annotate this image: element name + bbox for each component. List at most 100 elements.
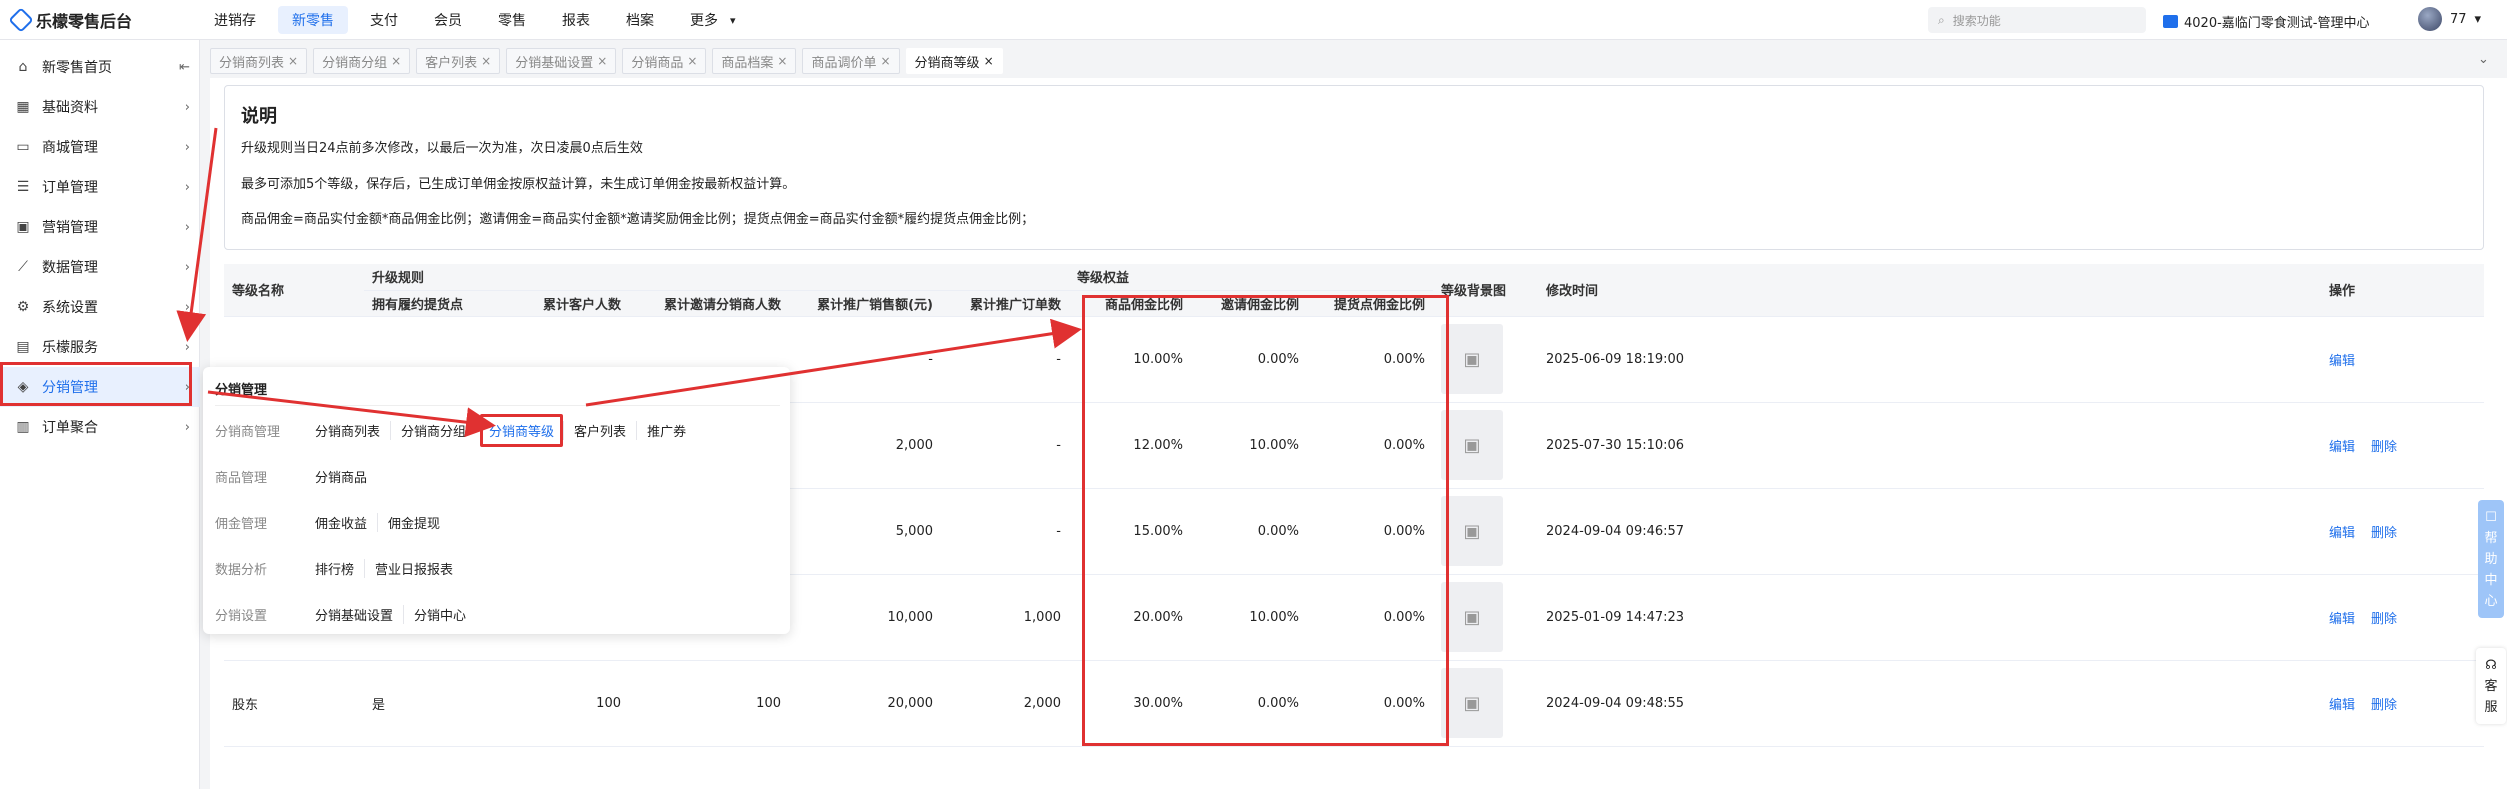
popup-link[interactable]: 分销商分组 <box>390 420 476 440</box>
close-icon[interactable]: × <box>391 54 401 68</box>
popup-link[interactable]: 分销中心 <box>403 604 476 624</box>
user-menu[interactable]: 77 ▾ <box>2418 7 2481 31</box>
chart-icon: ⟋ <box>18 259 28 275</box>
sidebar-item[interactable]: ▣ 营销管理 › <box>0 207 200 247</box>
edit-link[interactable]: 编辑 <box>2329 612 2355 627</box>
tab[interactable]: 客户列表 × <box>416 48 501 74</box>
cell-modified: 2025-07-30 15:10:06 <box>1538 402 1701 489</box>
sidebar-item[interactable]: ⚙ 系统设置 › <box>0 287 200 327</box>
edit-link[interactable]: 编辑 <box>2329 440 2355 455</box>
service-label-char: 服 <box>2484 699 2498 715</box>
image-placeholder-icon[interactable]: ▣ <box>1441 582 1503 652</box>
cell-pickup-ratio: 0.00% <box>1307 316 1433 403</box>
cell-goods-ratio: 15.00% <box>1069 488 1191 575</box>
app-logo[interactable]: 乐檬零售后台 <box>8 7 132 33</box>
close-icon[interactable]: × <box>984 54 994 68</box>
cell-invite-ratio: 10.00% <box>1191 402 1307 489</box>
image-placeholder-icon[interactable]: ▣ <box>1441 324 1503 394</box>
popup-link[interactable]: 分销商列表 <box>315 421 390 440</box>
popup-link[interactable]: 分销商品 <box>315 467 377 486</box>
image-placeholder-icon[interactable]: ▣ <box>1441 668 1503 738</box>
sidebar-item[interactable]: ▦ 基础资料 › <box>0 87 200 127</box>
topnav-item[interactable]: 档案 <box>612 6 668 34</box>
notice-panel: 说明 升级规则当日24点前多次修改，以最后一次为准，次日凌晨0点后生效 最多可添… <box>224 85 2484 250</box>
order-icon: ☰ <box>16 179 30 195</box>
cell-orders: - <box>941 402 1069 489</box>
image-placeholder-icon[interactable]: ▣ <box>1441 410 1503 480</box>
topnav-item[interactable]: 新零售 <box>278 6 348 34</box>
search-box[interactable]: ⌕ 搜索功能 <box>1928 7 2146 33</box>
topnav-item[interactable]: 支付 <box>356 6 412 34</box>
close-icon[interactable]: × <box>777 54 787 68</box>
tab[interactable]: 商品档案 × <box>712 48 797 74</box>
collapse-icon[interactable]: ⇤ <box>179 60 190 75</box>
tab[interactable]: 分销基础设置 × <box>506 48 617 74</box>
delete-link[interactable]: 删除 <box>2371 698 2397 713</box>
tab[interactable]: 分销商品 × <box>622 48 707 74</box>
tab[interactable]: 分销商分组 × <box>313 48 411 74</box>
close-icon[interactable]: × <box>687 54 697 68</box>
sidebar-item[interactable]: ▥ 订单聚合 › <box>0 407 200 447</box>
notice-line: 商品佣金=商品实付金额*商品佣金比例；邀请佣金=商品实付金额*邀请奖励佣金比例；… <box>241 212 1035 227</box>
popup-category: 商品管理 <box>215 470 268 486</box>
customer-service-button[interactable]: ☊ 客服 <box>2476 648 2506 724</box>
sidebar-item[interactable]: ⟋ 数据管理 › <box>0 247 200 287</box>
sidebar-item-label: 新零售首页 <box>42 60 112 76</box>
chevron-right-icon: › <box>184 339 190 355</box>
delete-link[interactable]: 删除 <box>2371 612 2397 627</box>
tab-label: 分销基础设置 <box>515 55 594 71</box>
col-spacer <box>1701 264 2321 317</box>
close-icon[interactable]: × <box>880 54 890 68</box>
edit-link[interactable]: 编辑 <box>2329 526 2355 541</box>
search-input[interactable]: 搜索功能 <box>1953 12 2001 29</box>
help-center-button[interactable]: ☐ 帮助中心 <box>2478 500 2504 618</box>
tab[interactable]: 商品调价单 × <box>802 48 900 74</box>
delete-link[interactable]: 删除 <box>2371 440 2397 455</box>
user-name: 77 <box>2450 11 2467 27</box>
popup-link[interactable]: 客户列表 <box>563 420 636 440</box>
sidebar-item[interactable]: ▭ 商城管理 › <box>0 127 200 167</box>
topnav-item[interactable]: 更多 <box>676 6 732 34</box>
chevron-right-icon: › <box>184 259 190 275</box>
chevron-right-icon: › <box>184 419 190 435</box>
edit-link[interactable]: 编辑 <box>2329 698 2355 713</box>
distribution-icon: ◈ <box>17 379 29 395</box>
close-icon[interactable]: × <box>288 54 298 68</box>
sidebar-item[interactable]: ◈ 分销管理 › <box>0 367 200 407</box>
cell-modified: 2025-06-09 18:19:00 <box>1538 316 1701 403</box>
image-placeholder-icon[interactable]: ▣ <box>1441 496 1503 566</box>
popup-link[interactable]: 佣金提现 <box>377 512 450 532</box>
sidebar-item-label: 乐檬服务 <box>42 340 98 356</box>
popup-link[interactable]: 分销商等级 <box>480 413 564 447</box>
popup-link[interactable]: 推广券 <box>636 420 696 440</box>
chevron-down-icon[interactable]: ⌄ <box>2478 52 2489 67</box>
store-selector[interactable]: 4020-嘉临门零食测试-管理中心 <box>2163 12 2369 31</box>
help-label-char: 中 <box>2484 572 2498 588</box>
sidebar-item-label: 分销管理 <box>42 380 98 396</box>
popup-link[interactable]: 营业日报报表 <box>364 558 463 578</box>
topnav-item[interactable]: 进销存 <box>200 6 270 34</box>
popup-link[interactable]: 分销基础设置 <box>315 605 403 624</box>
topnav-item[interactable]: 报表 <box>548 6 604 34</box>
tab[interactable]: 分销商列表 × <box>210 48 308 74</box>
close-icon[interactable]: × <box>597 54 607 68</box>
close-icon[interactable]: × <box>481 54 491 68</box>
avatar <box>2418 7 2442 31</box>
col-invite-ratio: 邀请佣金比例 <box>1191 290 1307 317</box>
topnav-item[interactable]: 零售 <box>484 6 540 34</box>
sidebar-item[interactable]: ▤ 乐檬服务 › <box>0 327 200 367</box>
sidebar-item[interactable]: ⌂ 新零售首页 ⇤ <box>0 47 200 87</box>
sidebar-item[interactable]: ☰ 订单管理 › <box>0 167 200 207</box>
delete-link[interactable]: 删除 <box>2371 526 2397 541</box>
cell-actions: 编辑 删除 <box>2321 488 2484 575</box>
popup-link[interactable]: 佣金收益 <box>315 513 377 532</box>
edit-link[interactable]: 编辑 <box>2329 354 2355 369</box>
tab[interactable]: 分销商等级 × <box>905 48 1003 74</box>
logo-icon <box>8 7 34 33</box>
chevron-right-icon: › <box>184 379 190 395</box>
cell-bg-image: ▣ <box>1433 660 1538 747</box>
tab-label: 分销商品 <box>631 55 684 71</box>
col-invited: 累计邀请分销商人数 <box>629 290 789 317</box>
topnav-item[interactable]: 会员 <box>420 6 476 34</box>
popup-link[interactable]: 排行榜 <box>315 559 364 578</box>
